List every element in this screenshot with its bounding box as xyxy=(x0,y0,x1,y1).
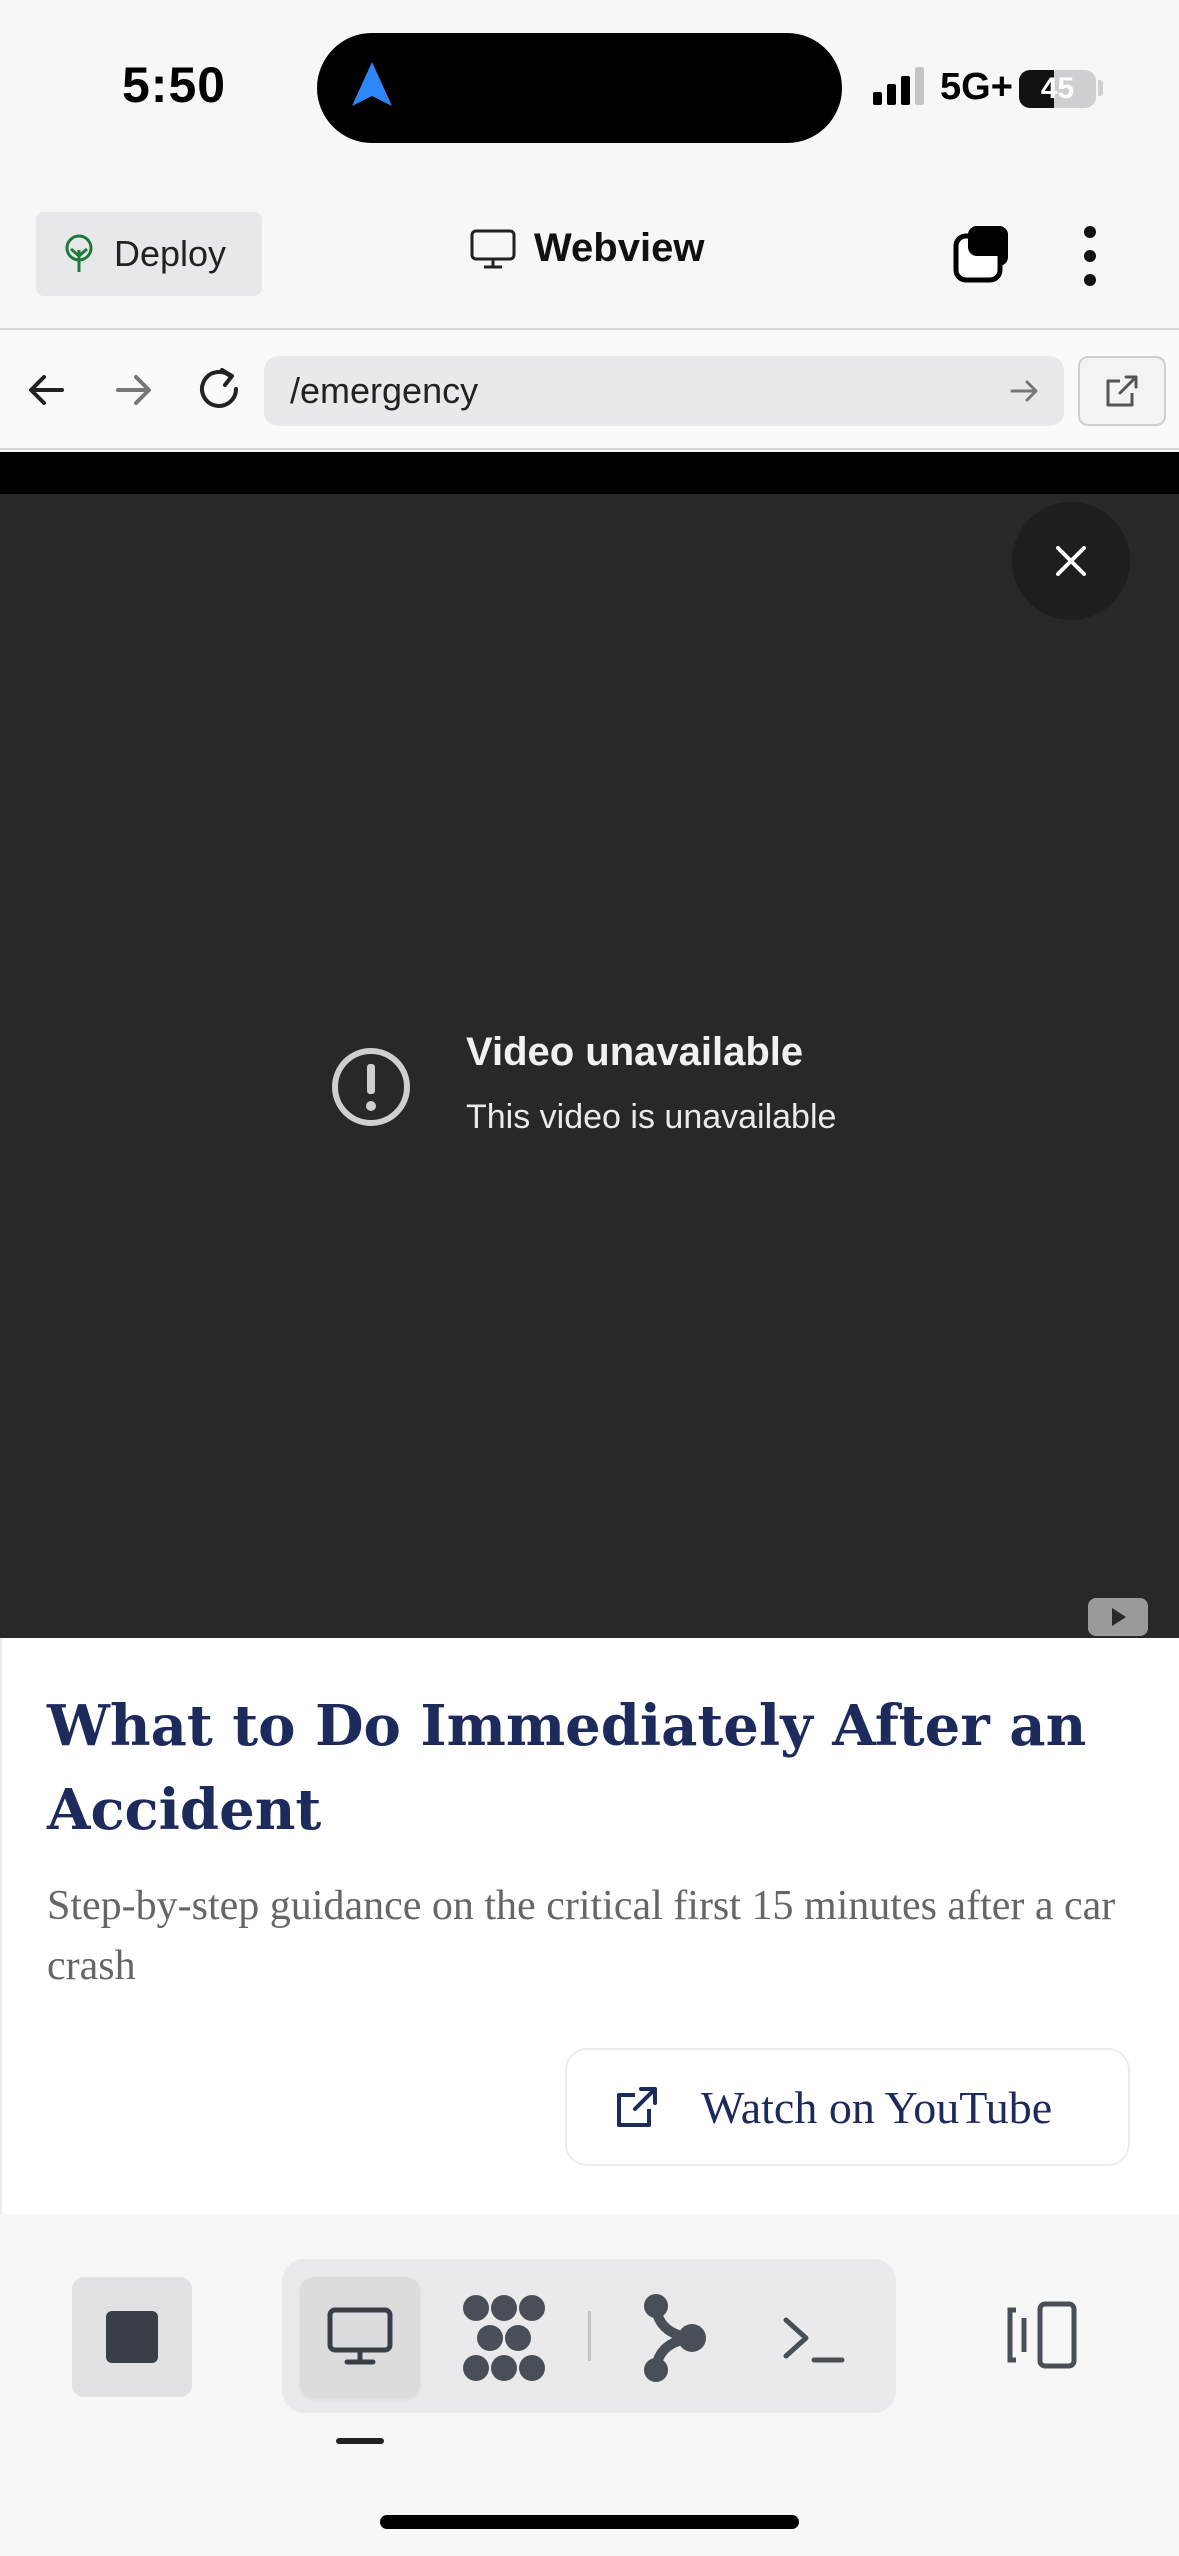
battery-nub xyxy=(1098,80,1103,96)
mode-divider xyxy=(588,2311,591,2361)
article-subtitle: Step-by-step guidance on the critical fi… xyxy=(47,1883,1116,1989)
article-title: What to Do Immediately After an Accident xyxy=(47,1693,1087,1843)
video-top-strip xyxy=(0,452,1179,494)
webview-mode-button[interactable] xyxy=(300,2277,420,2397)
network-type: 5G+ xyxy=(940,66,1013,108)
close-button[interactable] xyxy=(1012,502,1130,620)
page-title: Webview xyxy=(534,226,705,270)
battery-icon: 45 xyxy=(1019,70,1096,108)
battery-percent: 45 xyxy=(1040,72,1075,105)
go-arrow-icon[interactable] xyxy=(1008,376,1042,406)
open-external-button[interactable] xyxy=(1078,356,1166,426)
monitor-icon xyxy=(470,229,516,268)
app-header: Deploy Webview xyxy=(0,180,1179,330)
status-time: 5:50 xyxy=(122,57,227,113)
home-indicator[interactable] xyxy=(380,2515,799,2529)
url-bar xyxy=(0,332,1179,450)
forward-arrow-icon[interactable] xyxy=(108,365,158,415)
close-icon xyxy=(1056,546,1086,576)
watch-on-youtube-label: Watch on YouTube xyxy=(701,2081,1053,2133)
webview-monitor-icon xyxy=(327,2307,393,2365)
active-mode-indicator xyxy=(336,2438,384,2444)
watch-on-youtube-button[interactable]: Watch on YouTube xyxy=(565,2048,1130,2166)
split-view-icon[interactable] xyxy=(1006,2300,1082,2370)
more-vertical-icon[interactable] xyxy=(1070,224,1110,288)
stop-icon xyxy=(106,2311,158,2363)
open-external-icon xyxy=(1106,375,1138,407)
deploy-tree-icon xyxy=(65,234,93,272)
status-bar: 5:50 5G+ 45 xyxy=(0,0,1179,180)
deploy-button[interactable]: Deploy xyxy=(36,212,262,296)
stop-button[interactable] xyxy=(72,2277,192,2397)
alert-circle-icon xyxy=(332,1048,410,1126)
deploy-label: Deploy xyxy=(114,233,227,274)
back-arrow-icon[interactable] xyxy=(22,365,72,415)
reload-icon[interactable] xyxy=(192,362,246,416)
video-error-message: This video is unavailable xyxy=(466,1098,837,1136)
shell-icon[interactable] xyxy=(780,2290,850,2386)
git-icon[interactable] xyxy=(636,2290,712,2386)
signal-icon xyxy=(873,67,924,105)
dynamic-island xyxy=(317,33,842,143)
url-input[interactable] xyxy=(264,356,1064,426)
tabs-icon[interactable] xyxy=(952,224,1014,286)
open-external-icon xyxy=(617,2087,657,2127)
youtube-logo-icon[interactable] xyxy=(1088,1598,1148,1636)
navigation-arrow-icon xyxy=(352,62,392,106)
video-error-title: Video unavailable xyxy=(466,1030,804,1074)
workflow-icon[interactable] xyxy=(454,2290,554,2386)
webview-title: Webview xyxy=(470,226,704,271)
